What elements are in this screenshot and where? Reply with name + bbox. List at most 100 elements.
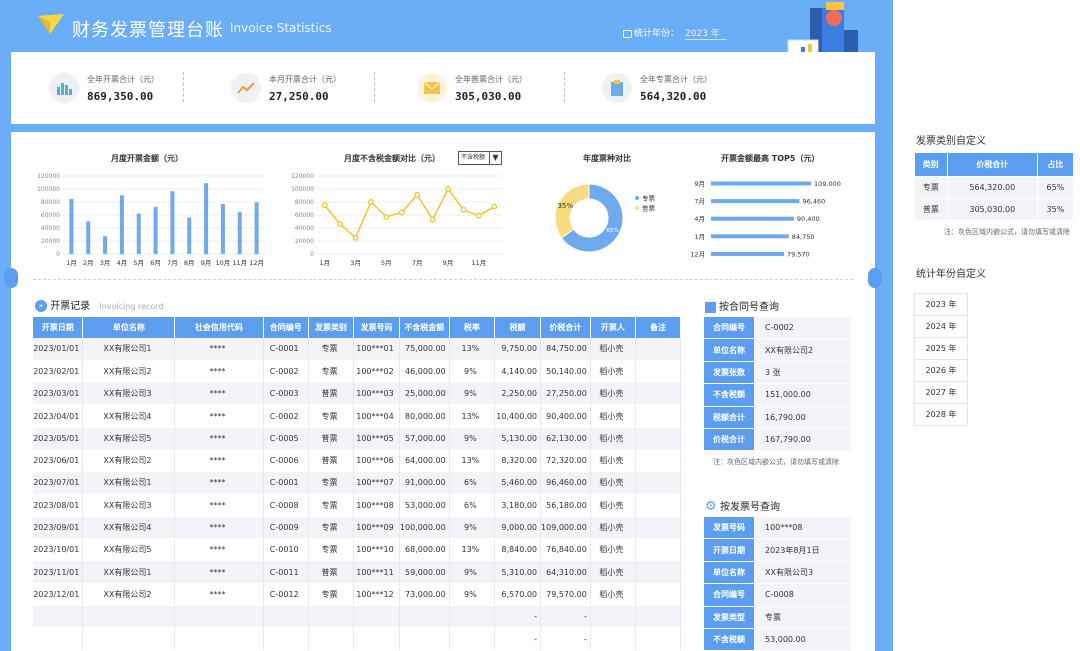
table-cell[interactable]: 6%: [449, 494, 496, 517]
table-cell[interactable]: 专票: [308, 360, 355, 384]
table-cell[interactable]: [353, 605, 400, 629]
table-cell[interactable]: ****: [174, 404, 264, 428]
table-cell[interactable]: 13%: [449, 338, 496, 361]
table-cell[interactable]: [590, 605, 636, 629]
table-cell[interactable]: 79,570.00: [540, 583, 591, 607]
table-cell[interactable]: 75,000.00: [399, 338, 450, 361]
table-cell[interactable]: 100,000.00: [399, 516, 450, 540]
table-cell[interactable]: 9%: [449, 583, 496, 607]
table-cell[interactable]: XX有限公司5: [82, 427, 176, 450]
table-cell[interactable]: [635, 338, 682, 361]
table-cell[interactable]: [263, 627, 309, 651]
table-row[interactable]: 2023/08/01 XX有限公司3 **** C-0008 专票 100***08 53,…: [33, 494, 682, 517]
table-cell[interactable]: 稻小壳: [590, 538, 636, 562]
table-cell[interactable]: C-0003: [263, 382, 309, 406]
table-cell[interactable]: 96,460.00: [540, 471, 591, 495]
table-cell[interactable]: 9%: [449, 560, 496, 584]
table-cell[interactable]: 59,000.00: [399, 560, 450, 584]
table-cell[interactable]: [174, 605, 264, 629]
table-row[interactable]: --: [33, 605, 682, 629]
table-cell[interactable]: [635, 538, 682, 562]
table-cell[interactable]: XX有限公司1: [82, 338, 176, 361]
year-item[interactable]: 2025 年: [914, 337, 968, 360]
table-cell[interactable]: 9,750.00: [494, 338, 542, 361]
table-row[interactable]: --: [33, 627, 682, 651]
table-cell[interactable]: 9%: [449, 516, 496, 540]
table-cell[interactable]: [590, 627, 636, 651]
table-cell[interactable]: 专票: [308, 583, 355, 607]
table-row[interactable]: 2023/04/01 XX有限公司4 **** C-0002 专票 100***04 80,…: [33, 404, 682, 428]
year-row[interactable]: 2023 年: [914, 293, 968, 316]
year-item[interactable]: 2027 年: [914, 381, 968, 404]
table-cell[interactable]: 普票: [308, 382, 355, 406]
table-cell[interactable]: 稻小壳: [590, 404, 636, 428]
table-cell[interactable]: 64,310.00: [540, 560, 591, 584]
table-cell[interactable]: 2023/02/01: [33, 360, 84, 384]
table-cell[interactable]: 6%: [449, 471, 496, 495]
table-cell[interactable]: ****: [174, 583, 264, 607]
table-cell[interactable]: [635, 449, 682, 473]
table-cell[interactable]: [635, 471, 682, 495]
query-value[interactable]: 100***08: [754, 515, 852, 540]
table-cell[interactable]: [449, 627, 496, 651]
table-cell[interactable]: ****: [174, 471, 264, 495]
table-cell[interactable]: C-0011: [263, 560, 309, 584]
table-row[interactable]: 2023/10/01 XX有限公司5 **** C-0010 专票 100***10 68,…: [33, 538, 682, 562]
table-cell[interactable]: 专票: [308, 471, 355, 495]
table-cell[interactable]: 稻小壳: [590, 471, 636, 495]
table-cell[interactable]: 305,030.00: [946, 197, 1038, 221]
table-cell[interactable]: 35%: [1036, 197, 1075, 221]
table-cell[interactable]: 稻小壳: [590, 583, 636, 607]
table-cell[interactable]: 564,320.00: [946, 175, 1038, 199]
table-cell[interactable]: ****: [174, 382, 264, 406]
table-cell[interactable]: XX有限公司4: [82, 404, 176, 428]
table-cell[interactable]: 100***01: [353, 338, 400, 361]
table-cell[interactable]: [82, 605, 176, 629]
table-cell[interactable]: 5,460.00: [494, 471, 542, 495]
year-row[interactable]: 2028 年: [914, 403, 968, 426]
table-cell[interactable]: 80,000.00: [399, 404, 450, 428]
table-cell[interactable]: 2023/01/01: [33, 338, 84, 361]
table-cell[interactable]: 专票: [308, 494, 355, 517]
table-cell[interactable]: 100***07: [353, 471, 400, 495]
table-cell[interactable]: [635, 627, 682, 651]
table-cell[interactable]: 2023/07/01: [33, 471, 84, 495]
table-cell[interactable]: 100***12: [353, 583, 400, 607]
table-cell[interactable]: ****: [174, 427, 264, 450]
table-cell[interactable]: 普票: [308, 449, 355, 473]
table-cell[interactable]: ****: [174, 538, 264, 562]
table-cell[interactable]: 62,130.00: [540, 427, 591, 450]
table-cell[interactable]: 6,570.00: [494, 583, 542, 607]
table-cell[interactable]: 13%: [449, 449, 496, 473]
table-cell[interactable]: C-0002: [263, 360, 309, 384]
table-cell[interactable]: 53,000.00: [399, 494, 450, 517]
table-cell[interactable]: 100***04: [353, 404, 400, 428]
table-cell[interactable]: [399, 605, 450, 629]
table-cell[interactable]: ****: [174, 338, 264, 361]
query-value[interactable]: C-0002: [754, 315, 852, 340]
table-cell[interactable]: 13%: [449, 404, 496, 428]
table-cell[interactable]: 3,180.00: [494, 494, 542, 517]
table-cell[interactable]: 109,000.00: [540, 516, 591, 540]
table-cell[interactable]: 9%: [449, 360, 496, 384]
table-cell[interactable]: 76,840.00: [540, 538, 591, 562]
table-cell[interactable]: -: [494, 627, 542, 651]
table-cell[interactable]: [263, 605, 309, 629]
table-cell[interactable]: -: [540, 627, 591, 651]
table-cell[interactable]: 2023/09/01: [33, 516, 84, 540]
table-cell[interactable]: ****: [174, 494, 264, 517]
pretax-dropdown[interactable]: 不含税额 ▼: [458, 151, 502, 165]
table-cell[interactable]: [635, 605, 682, 629]
table-cell[interactable]: [82, 627, 176, 651]
table-cell[interactable]: XX有限公司1: [82, 471, 176, 495]
table-cell[interactable]: 专票: [308, 338, 355, 361]
table-cell[interactable]: C-0006: [263, 449, 309, 473]
table-cell[interactable]: -: [494, 605, 542, 629]
table-cell[interactable]: 56,180.00: [540, 494, 591, 517]
table-cell[interactable]: 2023/10/01: [33, 538, 84, 562]
table-cell[interactable]: [308, 605, 355, 629]
year-value[interactable]: 2023 年: [685, 26, 728, 40]
table-cell[interactable]: C-0001: [263, 338, 309, 361]
table-cell[interactable]: C-0005: [263, 427, 309, 450]
table-cell[interactable]: C-0008: [263, 494, 309, 517]
